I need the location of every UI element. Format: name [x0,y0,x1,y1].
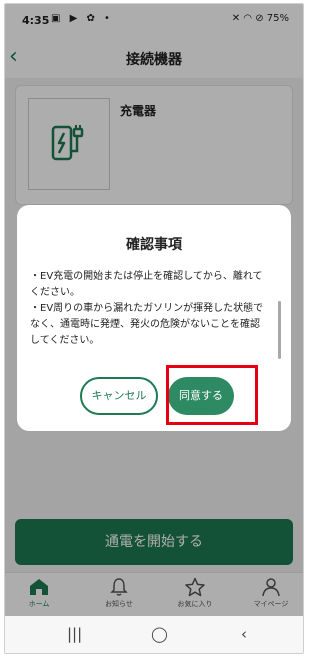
system-back-icon[interactable]: ‹ [241,625,247,643]
home-circle-icon[interactable]: ◯ [151,625,168,643]
recents-icon[interactable]: ||| [67,625,82,643]
highlight-annotation [166,365,258,425]
system-navigation-bar: ||| ◯ ‹ [5,616,303,653]
dialog-body[interactable]: ・EV充電の開始または停止を確認してから、離れてください。 ・EV周りの車から漏… [30,269,268,349]
confirmation-dialog: 確認事項 ・EV充電の開始または停止を確認してから、離れてください。 ・EV周り… [17,205,291,431]
cancel-button[interactable]: キャンセル [80,377,158,415]
dialog-title: 確認事項 [126,237,182,253]
dialog-line-1: ・EV充電の開始または停止を確認してから、離れてください。 [30,271,263,298]
phone-frame: 4:35 ▣ ▶ ✿ • ✕ ◠ ⊘ 75% ‹ 接続機器 充電器 通電を開始す… [4,3,304,654]
dialog-scrollbar[interactable] [278,301,281,359]
dialog-line-2: ・EV周りの車から漏れたガソリンが揮発した状態でなく、通電時に発煙、発火の危険が… [30,303,264,346]
